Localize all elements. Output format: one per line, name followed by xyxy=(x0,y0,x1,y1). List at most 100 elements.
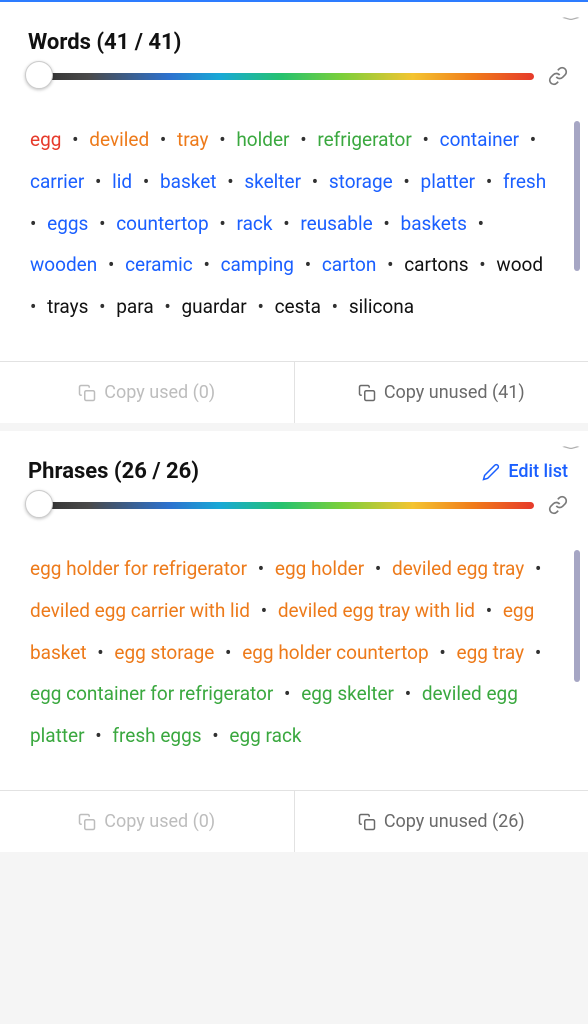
separator: • xyxy=(429,641,457,664)
separator: • xyxy=(524,641,547,664)
tag[interactable]: egg holder for refrigerator xyxy=(30,557,247,580)
separator: • xyxy=(154,295,182,318)
copy-unused-button[interactable]: Copy unused (41) xyxy=(295,362,588,423)
copy-icon xyxy=(358,384,376,402)
panel-header: Phrases (26 / 26) Edit list xyxy=(0,431,588,494)
copy-unused-label: Copy unused (26) xyxy=(384,811,525,832)
tag[interactable]: wooden xyxy=(30,253,97,276)
tag[interactable]: fresh xyxy=(503,170,546,193)
tag[interactable]: deviled egg tray with lid xyxy=(278,599,475,622)
separator: • xyxy=(321,295,349,318)
separator: • xyxy=(475,170,503,193)
separator: • xyxy=(294,253,322,276)
tag[interactable]: deviled egg carrier with lid xyxy=(30,599,250,622)
copy-unused-button[interactable]: Copy unused (26) xyxy=(295,791,588,852)
separator: • xyxy=(373,212,401,235)
separator: • xyxy=(88,212,116,235)
tag[interactable]: egg tray xyxy=(457,641,525,664)
tag[interactable]: tray xyxy=(177,128,208,151)
tag[interactable]: egg skelter xyxy=(301,682,394,705)
link-icon[interactable] xyxy=(548,66,568,86)
edit-list-link[interactable]: Edit list xyxy=(482,461,568,482)
tag[interactable]: eggs xyxy=(47,212,88,235)
copy-used-label: Copy used (0) xyxy=(104,382,215,403)
separator: • xyxy=(202,724,230,747)
tag[interactable]: countertop xyxy=(116,212,208,235)
tag[interactable]: egg holder countertop xyxy=(242,641,428,664)
tag[interactable]: baskets xyxy=(401,212,467,235)
slider-thumb[interactable] xyxy=(25,61,53,89)
separator: • xyxy=(469,253,497,276)
slider-track xyxy=(28,73,534,80)
separator: • xyxy=(132,170,160,193)
tag[interactable]: egg rack xyxy=(229,724,301,747)
tag[interactable]: para xyxy=(116,295,153,318)
separator: • xyxy=(247,295,275,318)
tag[interactable]: carton xyxy=(322,253,377,276)
copy-icon xyxy=(78,384,96,402)
panel-header: Words (41 / 41) xyxy=(0,2,588,65)
separator: • xyxy=(289,128,317,151)
separator: • xyxy=(273,212,301,235)
separator: • xyxy=(250,599,278,622)
tag[interactable]: platter xyxy=(421,170,476,193)
tag[interactable]: skelter xyxy=(244,170,301,193)
separator: • xyxy=(61,128,89,151)
separator: • xyxy=(376,253,404,276)
scrollbar[interactable] xyxy=(574,121,580,271)
gradient-slider[interactable] xyxy=(28,65,534,87)
tag[interactable]: carrier xyxy=(30,170,84,193)
tag[interactable]: cartons xyxy=(404,253,468,276)
separator: • xyxy=(97,253,125,276)
tag[interactable]: reusable xyxy=(300,212,372,235)
tag[interactable]: deviled egg tray xyxy=(392,557,524,580)
gradient-slider[interactable] xyxy=(28,494,534,516)
separator: • xyxy=(301,170,329,193)
tag[interactable]: egg container for refrigerator xyxy=(30,682,273,705)
separator: • xyxy=(475,599,503,622)
tag[interactable]: holder xyxy=(236,128,289,151)
tag[interactable]: camping xyxy=(221,253,294,276)
separator: • xyxy=(393,170,421,193)
tag[interactable]: rack xyxy=(237,212,273,235)
panel-footer: Copy used (0) Copy unused (26) xyxy=(0,790,588,852)
tag[interactable]: trays xyxy=(47,295,88,318)
tag[interactable]: refrigerator xyxy=(317,128,411,151)
copy-unused-label: Copy unused (41) xyxy=(384,382,525,403)
tag[interactable]: deviled xyxy=(89,128,149,151)
copy-used-label: Copy used (0) xyxy=(104,811,215,832)
separator: • xyxy=(524,557,547,580)
tag[interactable]: egg storage xyxy=(114,641,214,664)
tag[interactable]: fresh eggs xyxy=(112,724,201,747)
tag[interactable]: basket xyxy=(160,170,217,193)
tag[interactable]: egg xyxy=(30,128,61,151)
separator: • xyxy=(394,682,422,705)
link-icon[interactable] xyxy=(548,495,568,515)
slider-thumb[interactable] xyxy=(25,490,53,518)
tag[interactable]: egg holder xyxy=(275,557,364,580)
separator: • xyxy=(467,212,490,235)
panel-title: Words (41 / 41) xyxy=(28,30,181,55)
separator: • xyxy=(217,170,245,193)
scrollbar[interactable] xyxy=(574,550,580,682)
separator: • xyxy=(88,295,116,318)
pencil-icon xyxy=(482,463,500,481)
collapse-icon[interactable]: ⌄ xyxy=(554,10,587,23)
copy-used-button: Copy used (0) xyxy=(0,791,295,852)
separator: • xyxy=(208,128,236,151)
tag[interactable]: cesta xyxy=(275,295,321,318)
separator: • xyxy=(364,557,392,580)
edit-label: Edit list xyxy=(508,461,568,482)
collapse-icon[interactable]: ⌄ xyxy=(554,439,587,452)
tag[interactable]: wood xyxy=(496,253,543,276)
separator: • xyxy=(87,641,115,664)
tag[interactable]: guardar xyxy=(182,295,247,318)
phrases-panel: ⌄ Phrases (26 / 26) Edit list egg holder… xyxy=(0,431,588,852)
tag[interactable]: lid xyxy=(112,170,132,193)
tag[interactable]: storage xyxy=(329,170,393,193)
separator: • xyxy=(149,128,177,151)
tag[interactable]: silicona xyxy=(349,295,414,318)
tag[interactable]: container xyxy=(440,128,519,151)
tag[interactable]: ceramic xyxy=(125,253,193,276)
separator: • xyxy=(84,170,112,193)
